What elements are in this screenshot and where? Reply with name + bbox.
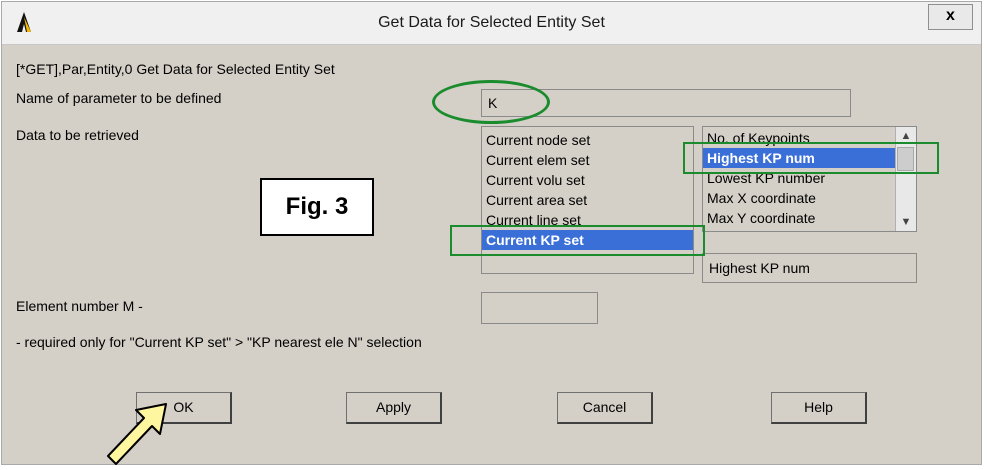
- help-button[interactable]: Help: [771, 392, 867, 424]
- list-item[interactable]: Max X coordinate: [703, 188, 896, 208]
- cancel-button[interactable]: Cancel: [557, 392, 653, 424]
- annotation-rect-entity: [450, 225, 705, 256]
- data-retrieved-label: Data to be retrieved: [16, 127, 139, 143]
- note-text: - required only for "Current KP set" > "…: [16, 334, 422, 350]
- window-title: Get Data for Selected Entity Set: [378, 14, 605, 31]
- list-item[interactable]: Current area set: [482, 190, 693, 210]
- list-item[interactable]: Current elem set: [482, 150, 693, 170]
- title-bar: Get Data for Selected Entity Set x: [2, 2, 981, 45]
- annotation-rect-item: [683, 142, 939, 174]
- pointer-arrow-icon: [107, 403, 167, 465]
- figure-label: Fig. 3: [260, 178, 374, 236]
- list-item[interactable]: Current node set: [482, 130, 693, 150]
- annotation-ellipse: [432, 80, 550, 124]
- command-label: [*GET],Par,Entity,0 Get Data for Selecte…: [16, 61, 335, 77]
- list-item[interactable]: Current volu set: [482, 170, 693, 190]
- element-number-label: Element number M -: [16, 298, 143, 314]
- param-name-label: Name of parameter to be defined: [16, 90, 222, 106]
- item-value-field[interactable]: Highest KP num: [702, 253, 917, 283]
- element-number-input[interactable]: [481, 292, 598, 324]
- scroll-down-icon[interactable]: ▼: [896, 213, 916, 231]
- apply-button[interactable]: Apply: [346, 392, 442, 424]
- close-button[interactable]: x: [928, 4, 973, 30]
- list-item[interactable]: Max Y coordinate: [703, 208, 896, 228]
